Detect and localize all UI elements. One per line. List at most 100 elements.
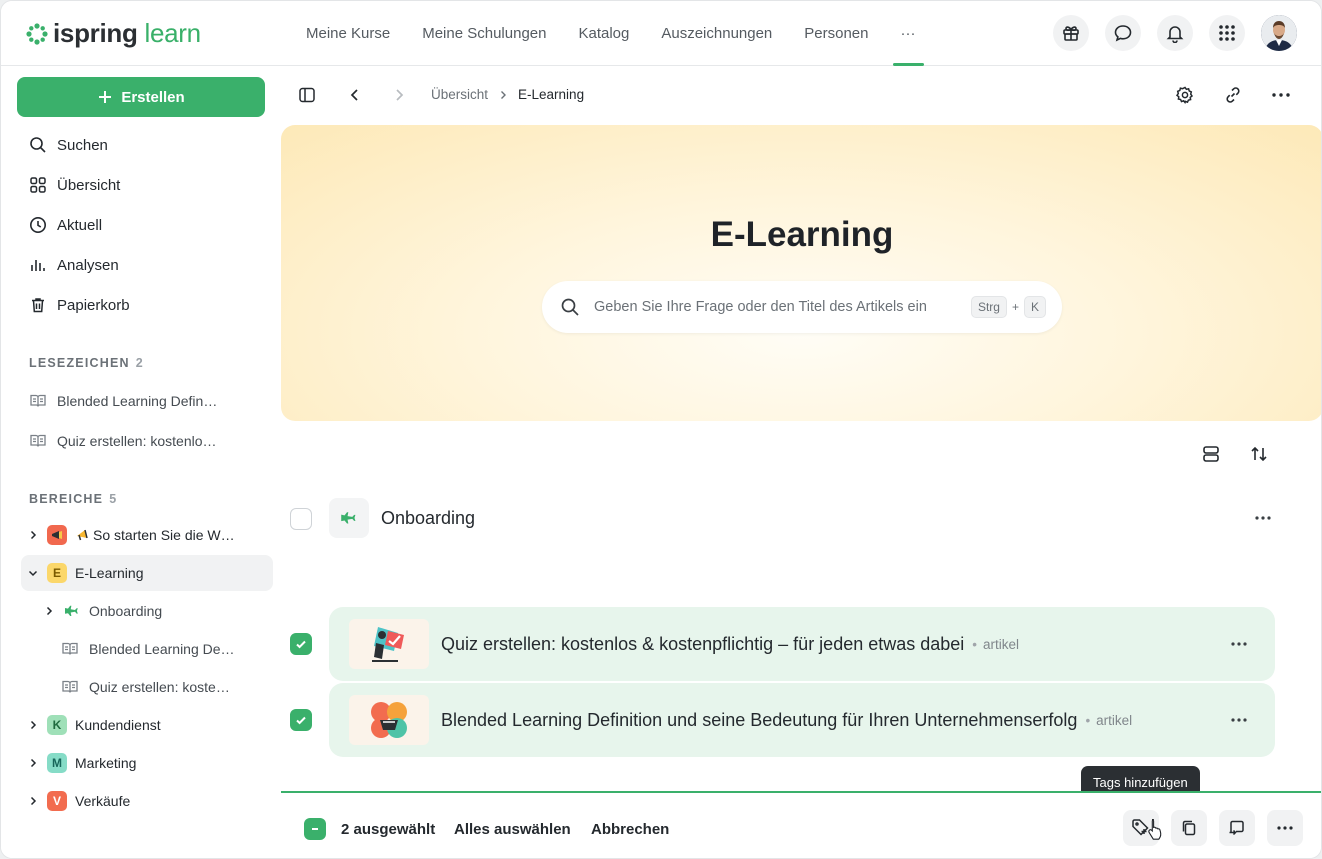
sidebar-item-suchen[interactable]: Suchen	[17, 127, 273, 163]
link-icon	[1226, 87, 1240, 103]
kbd-k: K	[1023, 296, 1046, 318]
tree-item-onboarding[interactable]: Onboarding	[21, 593, 273, 629]
chevron-left-icon	[350, 89, 358, 101]
deselect-toggle[interactable]	[304, 818, 326, 840]
chevron-right-icon	[30, 758, 37, 768]
select-all-button[interactable]: Alles auswählen	[454, 821, 571, 838]
kbd-plus: +	[1011, 300, 1019, 314]
gear-icon	[1175, 86, 1194, 104]
tree-item-label: Marketing	[75, 755, 137, 771]
selection-count: 2 ausgewählt	[341, 821, 436, 838]
more-horizontal-icon	[1231, 718, 1247, 722]
avatar-image	[1261, 15, 1297, 51]
create-button[interactable]: Erstellen	[17, 77, 265, 117]
article-checkbox[interactable]	[290, 633, 312, 655]
app-window: ispring learn Meine Kurse Meine Schulung…	[0, 0, 1322, 859]
nav-katalog[interactable]: Katalog	[562, 1, 645, 66]
more-options-button[interactable]	[1269, 83, 1293, 107]
breadcrumb-parent[interactable]: Übersicht	[431, 87, 488, 102]
article-type: artikel	[1085, 713, 1132, 728]
hero-banner: E-Learning Geben Sie Ihre Frage oder den…	[281, 125, 1321, 421]
selection-more-button[interactable]	[1267, 810, 1303, 846]
search-icon	[30, 137, 46, 153]
bookmark-label: Blended Learning Defin…	[57, 393, 218, 409]
nav-meine-schulungen[interactable]: Meine Schulungen	[406, 1, 562, 66]
copy-link-button[interactable]	[1221, 83, 1245, 107]
breadcrumb: Übersicht E-Learning	[431, 87, 584, 102]
kbd-ctrl: Strg	[970, 296, 1007, 318]
nav-meine-kurse[interactable]: Meine Kurse	[290, 1, 406, 66]
gift-button[interactable]	[1053, 15, 1089, 51]
article-thumbnail	[349, 619, 429, 669]
cancel-selection-button[interactable]: Abbrechen	[591, 821, 669, 838]
row-more-button[interactable]	[1227, 708, 1251, 732]
tree-item-so-starten[interactable]: So starten Sie die W…	[21, 517, 273, 553]
chevron-right-icon	[30, 796, 37, 806]
logo-icon	[26, 22, 48, 45]
gift-icon	[1063, 26, 1079, 41]
bookmark-item-quiz[interactable]: Quiz erstellen: kostenlo…	[17, 425, 273, 457]
back-button[interactable]	[343, 83, 367, 107]
move-button[interactable]	[1219, 810, 1255, 846]
notifications-button[interactable]	[1157, 15, 1193, 51]
toggle-sidebar-button[interactable]	[295, 83, 319, 107]
duplicate-button[interactable]	[1171, 810, 1207, 846]
ispring-logo[interactable]: ispring learn	[25, 18, 201, 49]
sort-button[interactable]	[1249, 444, 1269, 464]
tree-item-blended[interactable]: Blended Learning De…	[21, 631, 273, 667]
sidebar-item-uebersicht[interactable]: Übersicht	[17, 167, 273, 203]
folder-icon-box	[329, 498, 369, 538]
content-toolbar: Übersicht E-Learning	[281, 66, 1321, 124]
book-icon	[62, 642, 78, 655]
tree-item-verkaeufe[interactable]: V Verkäufe	[21, 783, 273, 819]
sort-icon	[1251, 446, 1267, 462]
folder-checkbox[interactable]	[290, 508, 312, 530]
article-row-quiz[interactable]: Quiz erstellen: kostenlos & kostenpflich…	[329, 607, 1275, 681]
megaphone-emoji-icon	[77, 529, 88, 541]
forward-button[interactable]	[387, 83, 411, 107]
sidebar-item-label: Übersicht	[57, 176, 121, 194]
nav-auszeichnungen[interactable]: Auszeichnungen	[645, 1, 788, 66]
row-more-button[interactable]	[1251, 506, 1275, 530]
sidebar-item-papierkorb[interactable]: Papierkorb	[17, 287, 273, 323]
area-badge	[47, 525, 67, 545]
chevron-right-icon	[46, 606, 53, 616]
areas-section-title: BEREICHE 5	[29, 492, 118, 506]
view-controls	[1201, 444, 1269, 464]
user-avatar[interactable]	[1261, 15, 1297, 51]
more-horizontal-icon	[1272, 93, 1290, 97]
sidebar-item-aktuell[interactable]: Aktuell	[17, 207, 273, 243]
quiz-illustration-icon	[372, 627, 404, 662]
sidebar-item-analysen[interactable]: Analysen	[17, 247, 273, 283]
chat-button[interactable]	[1105, 15, 1141, 51]
folder-row-onboarding[interactable]: Onboarding	[329, 498, 1275, 538]
apps-button[interactable]	[1209, 15, 1245, 51]
row-more-button[interactable]	[1227, 632, 1251, 656]
more-horizontal-icon	[1231, 642, 1247, 646]
sidebar-item-label: Analysen	[57, 256, 119, 274]
view-mode-button[interactable]	[1201, 444, 1221, 464]
pointer-cursor-icon	[1148, 818, 1162, 840]
article-checkbox[interactable]	[290, 709, 312, 731]
tree-item-kundendienst[interactable]: K Kundendienst	[21, 707, 273, 743]
tree-item-quiz[interactable]: Quiz erstellen: koste…	[21, 669, 273, 705]
tree-item-marketing[interactable]: M Marketing	[21, 745, 273, 781]
logo-text: ispring learn	[53, 18, 201, 48]
tree-item-label: E-Learning	[75, 565, 144, 581]
tree-item-e-learning[interactable]: E E-Learning	[21, 555, 273, 591]
nav-more[interactable]: ···	[885, 1, 932, 66]
sidebar-item-label: Aktuell	[57, 216, 103, 234]
bookmark-item-blended[interactable]: Blended Learning Defin…	[17, 385, 273, 417]
bell-icon	[1166, 26, 1184, 43]
article-row-blended[interactable]: Blended Learning Definition und seine Be…	[329, 683, 1275, 757]
page-title: E-Learning	[710, 215, 894, 254]
sidebar-item-label: Papierkorb	[57, 296, 130, 314]
nav-personen[interactable]: Personen	[788, 1, 884, 66]
copy-icon	[1182, 820, 1196, 836]
more-horizontal-icon	[1255, 516, 1271, 520]
hero-search-box[interactable]: Geben Sie Ihre Frage oder den Titel des …	[542, 281, 1062, 333]
top-navigation: ispring learn Meine Kurse Meine Schulung…	[1, 1, 1321, 66]
settings-button[interactable]	[1173, 83, 1197, 107]
tree-item-label: Onboarding	[89, 603, 163, 619]
list-view-icon	[1203, 446, 1219, 462]
